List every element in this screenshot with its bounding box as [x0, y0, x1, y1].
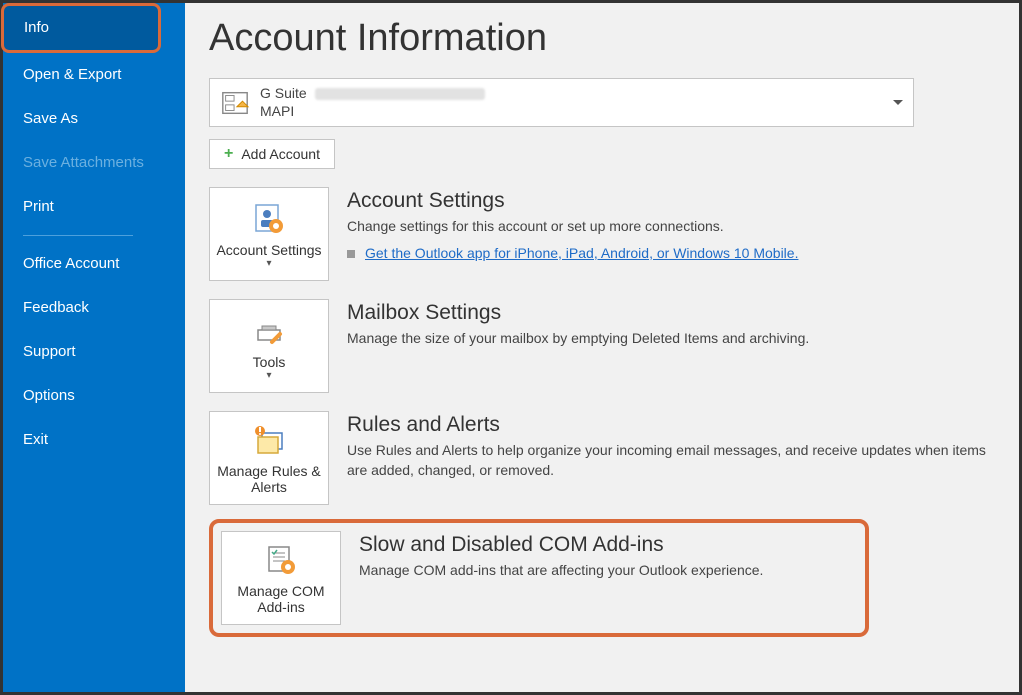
section-desc: Manage the size of your mailbox by empty… — [347, 329, 989, 349]
chevron-down-icon: ▾ — [266, 370, 271, 381]
sidebar-divider — [23, 235, 133, 236]
account-settings-tile[interactable]: Account Settings ▾ — [209, 187, 329, 281]
sidebar-item-office-account[interactable]: Office Account — [3, 242, 185, 286]
section-rules-alerts: Manage Rules & Alerts Rules and Alerts U… — [209, 411, 989, 505]
sidebar-item-open-export[interactable]: Open & Export — [3, 53, 185, 97]
sidebar-item-support[interactable]: Support — [3, 330, 185, 374]
account-email-redacted — [315, 88, 485, 100]
section-title: Account Settings — [347, 189, 989, 213]
tools-tile[interactable]: Tools ▾ — [209, 299, 329, 393]
section-title: Slow and Disabled COM Add-ins — [359, 533, 855, 557]
chevron-down-icon — [893, 100, 903, 105]
section-desc: Use Rules and Alerts to help organize yo… — [347, 441, 989, 480]
add-account-button[interactable]: + Add Account — [209, 139, 335, 169]
main-content: Account Information G Suite MAPI — [185, 3, 1019, 692]
com-addins-icon — [264, 543, 298, 577]
mailbox-icon — [220, 88, 250, 118]
sidebar-item-info[interactable]: Info — [1, 3, 161, 53]
section-title: Rules and Alerts — [347, 413, 989, 437]
section-desc: Change settings for this account or set … — [347, 217, 989, 237]
account-selector[interactable]: G Suite MAPI — [209, 78, 914, 127]
account-name: G Suite — [260, 85, 307, 103]
section-title: Mailbox Settings — [347, 301, 989, 325]
sidebar-item-save-as[interactable]: Save As — [3, 97, 185, 141]
tile-label: Manage COM Add-ins — [228, 583, 334, 615]
section-mailbox-settings: Tools ▾ Mailbox Settings Manage the size… — [209, 299, 989, 393]
account-text: G Suite MAPI — [260, 85, 485, 120]
rules-alerts-icon — [250, 423, 288, 457]
get-outlook-app-link[interactable]: Get the Outlook app for iPhone, iPad, An… — [365, 245, 798, 261]
section-com-addins: Manage COM Add-ins Slow and Disabled COM… — [223, 531, 855, 625]
sidebar-item-save-attachments: Save Attachments — [3, 141, 185, 185]
chevron-down-icon: ▾ — [266, 258, 271, 269]
sidebar-item-options[interactable]: Options — [3, 374, 185, 418]
section-desc: Manage COM add-ins that are affecting yo… — [359, 561, 855, 581]
backstage-sidebar: Info Open & Export Save As Save Attachme… — [3, 3, 185, 692]
account-settings-icon — [252, 202, 286, 236]
sidebar-item-feedback[interactable]: Feedback — [3, 286, 185, 330]
sidebar-item-exit[interactable]: Exit — [3, 418, 185, 462]
section-account-settings: Account Settings ▾ Account Settings Chan… — [209, 187, 989, 281]
add-account-label: Add Account — [241, 146, 320, 162]
rules-alerts-tile[interactable]: Manage Rules & Alerts — [209, 411, 329, 505]
bullet-icon — [347, 250, 355, 258]
tools-icon — [252, 314, 286, 348]
manage-com-addins-tile[interactable]: Manage COM Add-ins — [221, 531, 341, 625]
tile-label: Manage Rules & Alerts — [216, 463, 322, 495]
page-title: Account Information — [209, 17, 989, 60]
highlighted-section: Manage COM Add-ins Slow and Disabled COM… — [209, 519, 869, 637]
tile-label: Tools — [253, 354, 286, 370]
sidebar-item-print[interactable]: Print — [3, 185, 185, 229]
plus-icon: + — [224, 145, 233, 163]
account-protocol: MAPI — [260, 103, 485, 121]
tile-label: Account Settings — [216, 242, 321, 258]
